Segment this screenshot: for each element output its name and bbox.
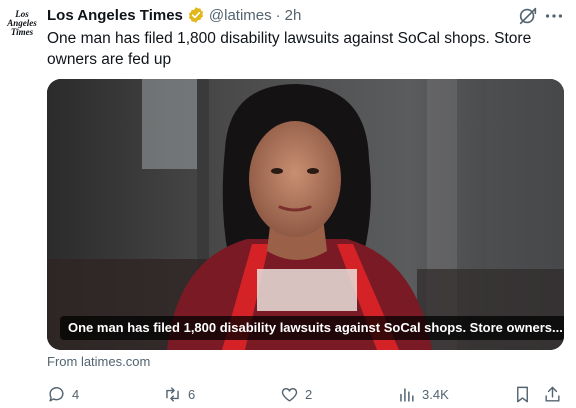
tweet-text: One man has filed 1,800 disability lawsu…: [47, 30, 532, 68]
views-icon: [400, 387, 414, 402]
account-handle[interactable]: @latimes: [209, 7, 272, 24]
repost-count: 6: [188, 386, 196, 402]
action-bar: 4 6 2 3.4K: [47, 383, 567, 405]
views-count: 3.4K: [422, 386, 449, 402]
bookmark-button[interactable]: [513, 383, 532, 405]
photo-of-woman-in-red-apron-image: [47, 79, 564, 350]
media-card[interactable]: One man has filed 1,800 disability lawsu…: [47, 79, 564, 350]
account-name[interactable]: Los Angeles Times: [47, 7, 183, 24]
reply-button[interactable]: 4: [47, 383, 79, 405]
share-icon: [545, 386, 560, 402]
reply-icon: [49, 386, 64, 402]
verified-badge-icon[interactable]: [187, 6, 205, 24]
tweet[interactable]: Los Angeles Times Los Angeles Times @lat…: [0, 0, 576, 408]
bookmark-icon: [517, 386, 528, 402]
repost-icon: [166, 386, 179, 402]
separator-dot: ·: [275, 6, 281, 24]
views-button[interactable]: 3.4K: [397, 383, 449, 405]
grok-icon[interactable]: [517, 5, 539, 27]
tweet-header: Los Angeles Times @latimes · 2h: [47, 5, 301, 25]
like-icon: [281, 387, 298, 402]
more-icon[interactable]: [543, 5, 565, 27]
link-source[interactable]: From latimes.com: [47, 354, 150, 369]
like-count: 2: [305, 386, 313, 402]
avatar-line: Times: [10, 27, 34, 37]
timestamp[interactable]: 2h: [285, 7, 302, 24]
media-caption: One man has filed 1,800 disability lawsu…: [60, 316, 564, 340]
repost-button[interactable]: 6: [163, 383, 195, 405]
like-button[interactable]: 2: [280, 383, 312, 405]
reply-count: 4: [72, 386, 80, 402]
share-button[interactable]: [543, 383, 562, 405]
avatar[interactable]: Los Angeles Times: [4, 10, 40, 46]
